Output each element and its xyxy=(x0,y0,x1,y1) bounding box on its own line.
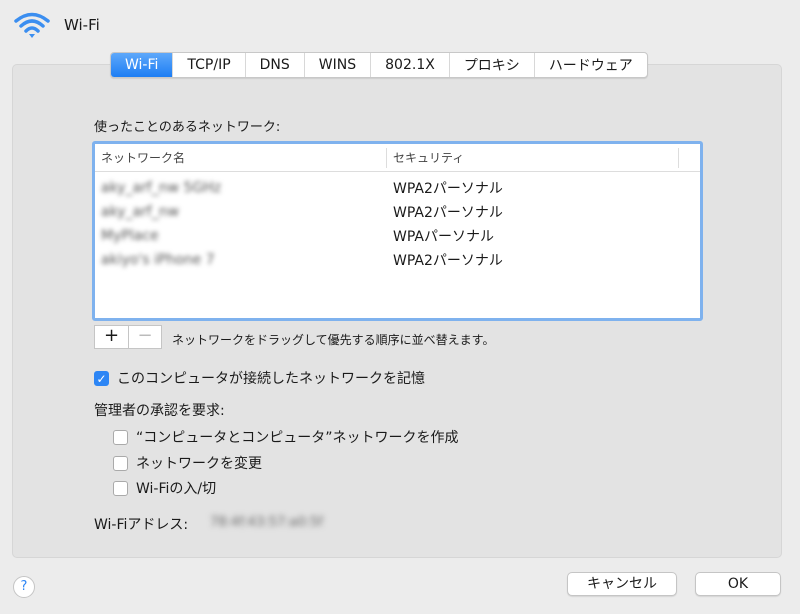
create-computer-network-checkbox[interactable]: “コンピュータとコンピュータ”ネットワークを作成 xyxy=(113,427,459,447)
tab-wifi[interactable]: Wi-Fi xyxy=(111,53,174,77)
wifi-address-value: 78:4f:43:57:a0:5f xyxy=(210,515,323,530)
wifi-icon xyxy=(14,12,50,38)
network-table[interactable]: ネットワーク名 セキュリティ aky_arf_nw 5GHz WPA2パーソナル … xyxy=(92,141,703,321)
wifi-address-label: Wi-Fiアドレス: xyxy=(94,517,189,533)
tab-bar: Wi-Fi TCP/IP DNS WINS 802.1X プロキシ ハードウェア xyxy=(110,52,648,78)
cancel-button[interactable]: キャンセル xyxy=(567,572,677,596)
table-row[interactable]: MyPlace WPAパーソナル xyxy=(95,224,700,248)
column-header-name[interactable]: ネットワーク名 xyxy=(95,147,387,168)
preferred-networks-label: 使ったことのあるネットワーク: xyxy=(94,120,281,135)
table-row[interactable]: aky_arf_nw 5GHz WPA2パーソナル xyxy=(95,176,700,200)
checkbox-box xyxy=(113,480,128,496)
column-header-security[interactable]: セキュリティ xyxy=(387,147,679,168)
tab-proxy[interactable]: プロキシ xyxy=(450,53,535,77)
checkbox-box xyxy=(113,455,128,471)
add-network-button[interactable]: + xyxy=(95,326,128,348)
ok-button[interactable]: OK xyxy=(695,572,781,596)
table-row[interactable]: akiyo's iPhone 7 WPA2パーソナル xyxy=(95,248,700,272)
tab-wins[interactable]: WINS xyxy=(305,53,372,77)
admin-approval-label: 管理者の承認を要求: xyxy=(94,403,225,419)
tab-tcpip[interactable]: TCP/IP xyxy=(173,53,246,77)
reorder-hint: ネットワークをドラッグして優先する順序に並べ替えます。 xyxy=(172,333,495,347)
add-remove-control: + − xyxy=(94,325,162,349)
table-row[interactable]: aky_arf_nw WPA2パーソナル xyxy=(95,200,700,224)
help-button[interactable]: ? xyxy=(13,576,35,598)
tab-hardware[interactable]: ハードウェア xyxy=(535,53,647,77)
checkbox-box xyxy=(113,429,128,445)
change-network-checkbox[interactable]: ネットワークを変更 xyxy=(113,453,262,473)
tab-dns[interactable]: DNS xyxy=(246,53,305,77)
window-title: Wi-Fi xyxy=(64,16,100,34)
checkmark-icon: ✓ xyxy=(94,370,109,386)
remove-network-button[interactable]: − xyxy=(128,326,161,348)
tab-8021x[interactable]: 802.1X xyxy=(371,53,450,77)
wifi-toggle-checkbox[interactable]: Wi-Fiの入/切 xyxy=(113,478,216,498)
remember-networks-checkbox[interactable]: ✓ このコンピュータが接続したネットワークを記憶 xyxy=(94,368,425,388)
window-header: Wi-Fi xyxy=(12,10,100,40)
